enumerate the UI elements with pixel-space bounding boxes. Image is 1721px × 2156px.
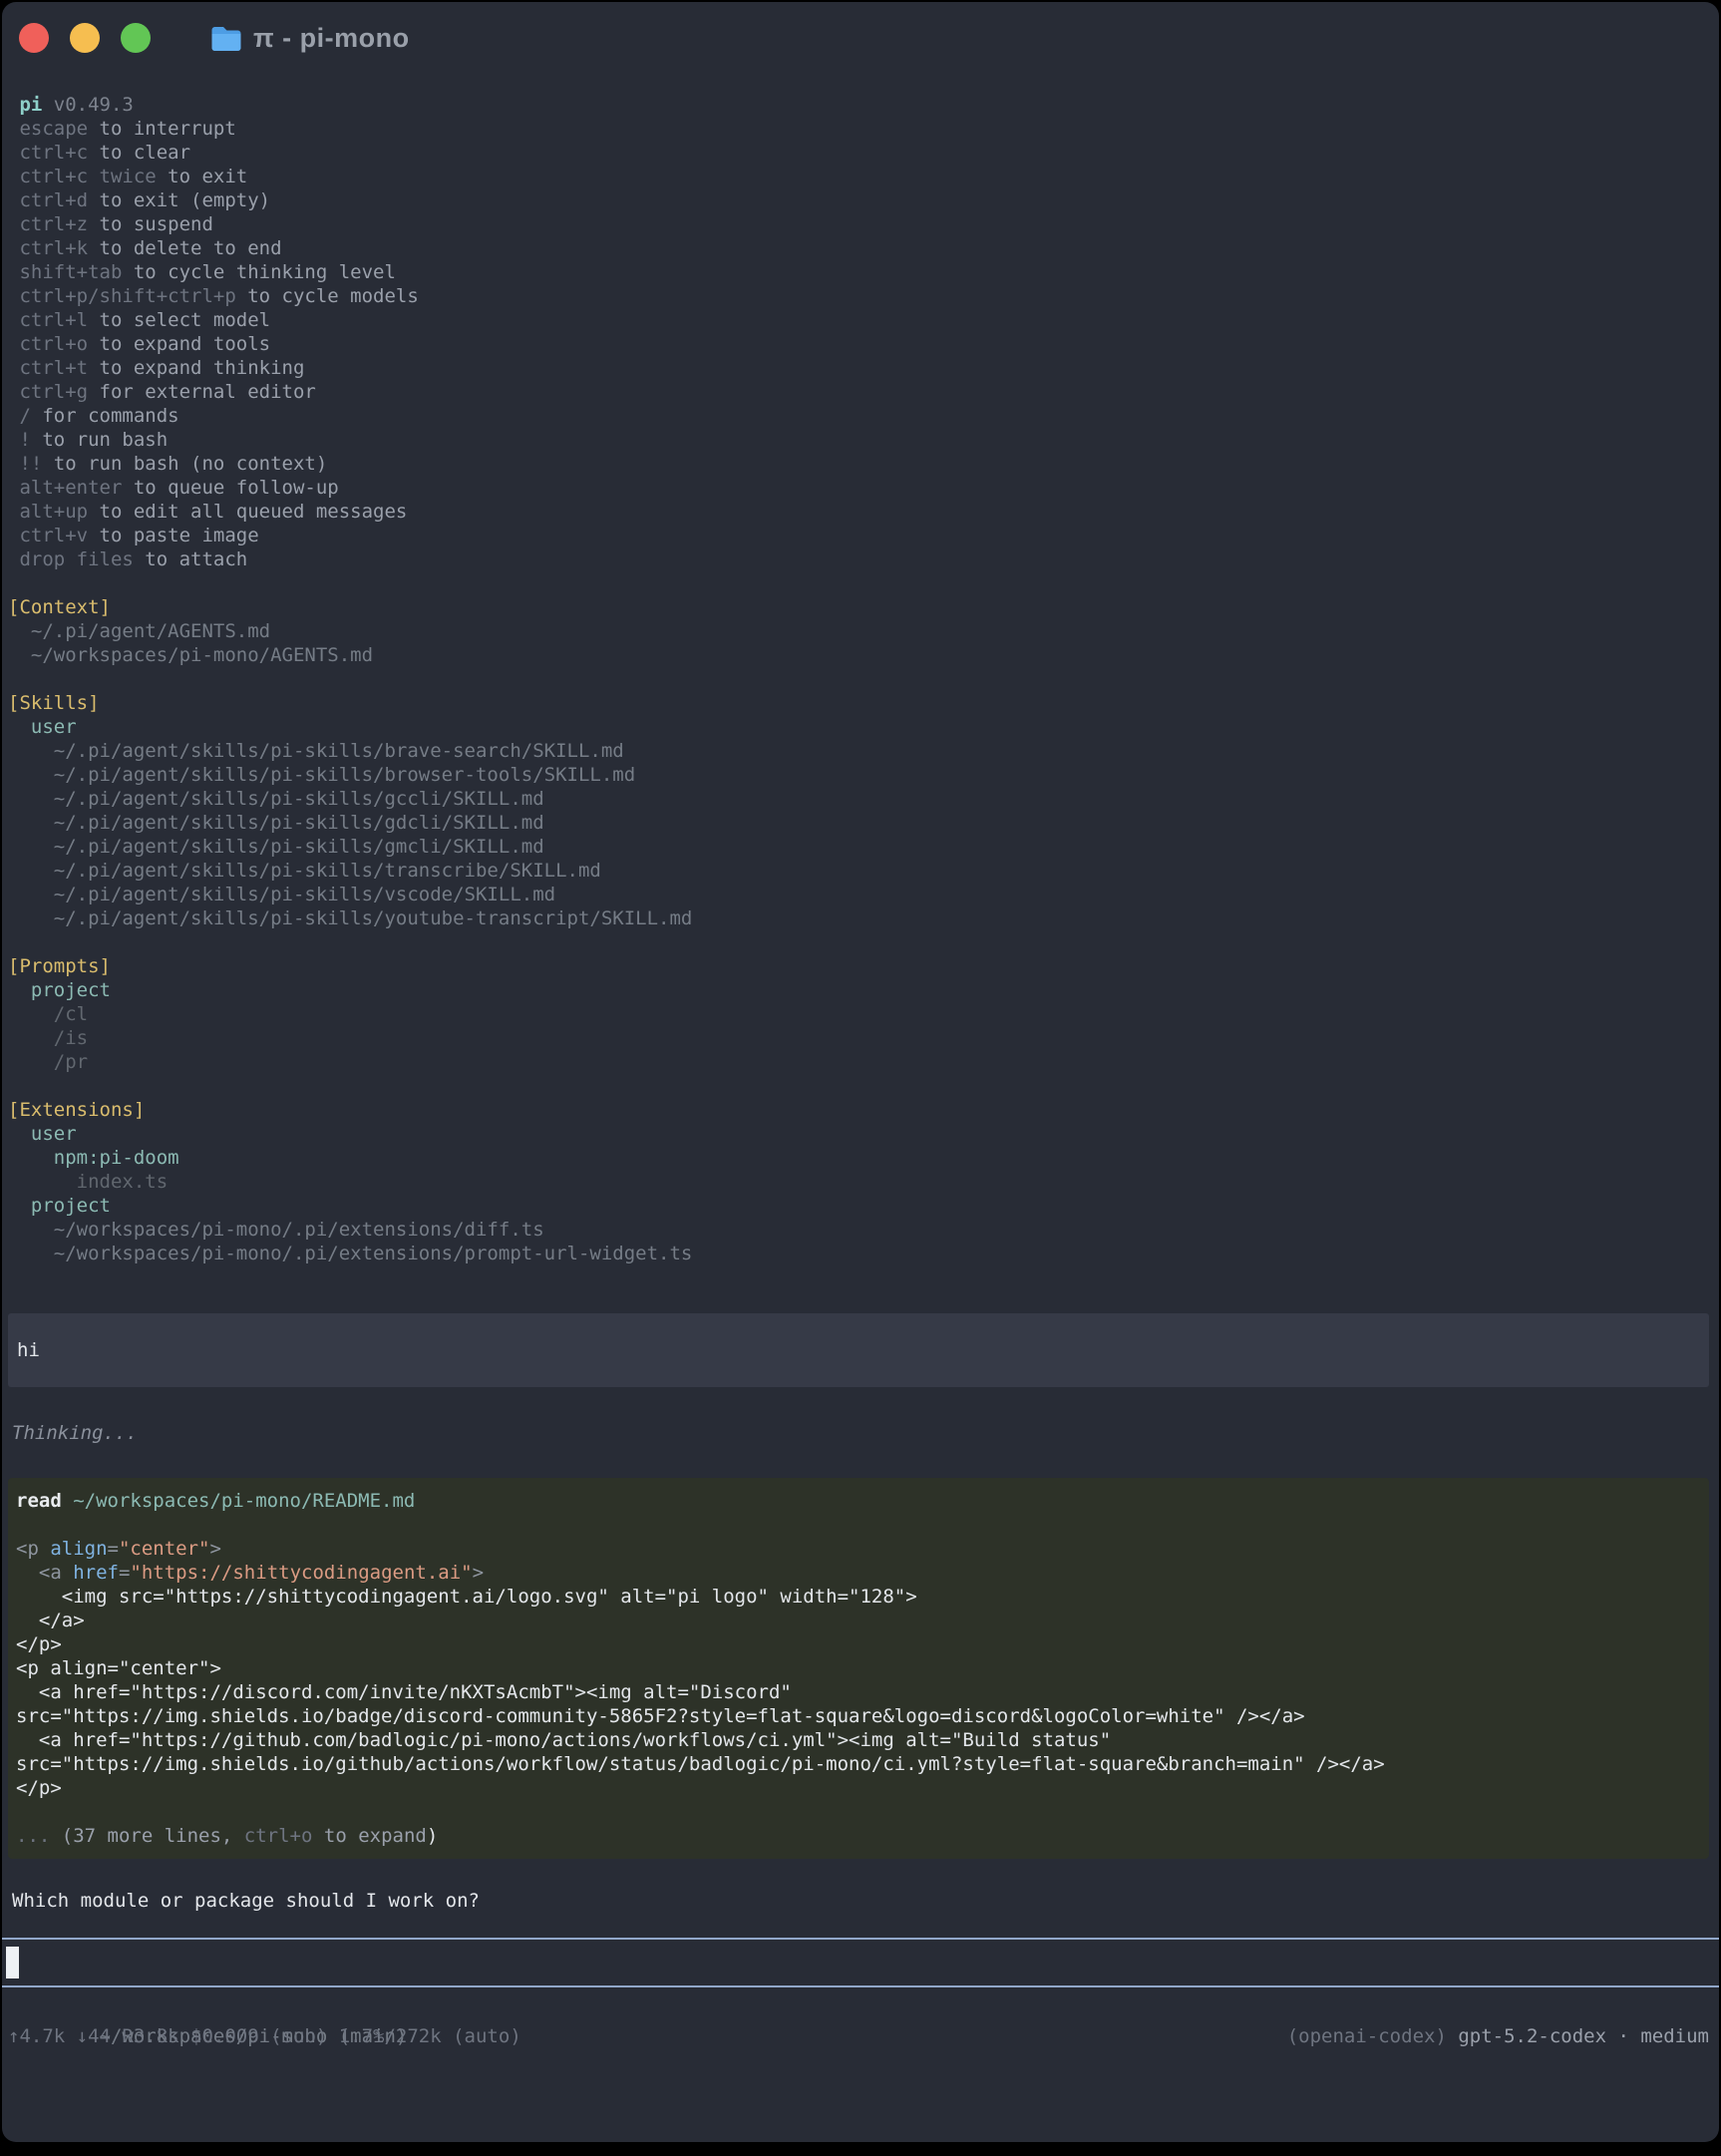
terminal-line: ~/.pi/agent/skills/pi-skills/gdcli/SKILL… (8, 811, 1719, 835)
terminal-line: user (8, 1122, 1719, 1146)
startup-help-output: pi v0.49.3 escape to interrupt ctrl+c to… (8, 93, 1719, 1265)
model-label: gpt-5.2-codex · medium (1458, 2025, 1709, 2047)
terminal-line: ~/.pi/agent/skills/pi-skills/browser-too… (8, 763, 1719, 787)
terminal-line: <p align="center"> (16, 1656, 1701, 1680)
terminal-line: </p> (16, 1632, 1701, 1656)
status-bar: ~/workspaces/pi-mono (main) ↑4.7k ↓44 R3… (8, 2000, 1709, 2048)
assistant-message-text: Which module or package should I work on… (12, 1889, 1719, 1913)
terminal-line: ~/.pi/agent/skills/pi-skills/gmcli/SKILL… (8, 835, 1719, 859)
terminal-line: drop files to attach (8, 547, 1719, 571)
terminal-line: ~/.pi/agent/skills/pi-skills/brave-searc… (8, 739, 1719, 763)
terminal-content: pi v0.49.3 escape to interrupt ctrl+c to… (2, 93, 1719, 2048)
terminal-line: ~/.pi/agent/skills/pi-skills/vscode/SKIL… (8, 883, 1719, 906)
terminal-line: </p> (16, 1776, 1701, 1800)
terminal-line: ~/workspaces/pi-mono/AGENTS.md (8, 643, 1719, 667)
terminal-line: user (8, 715, 1719, 739)
terminal-line: <img src="https://shittycodingagent.ai/l… (16, 1585, 1701, 1609)
terminal-line: shift+tab to cycle thinking level (8, 260, 1719, 284)
terminal-line: /pr (8, 1050, 1719, 1074)
terminal-line: npm:pi-doom (8, 1146, 1719, 1170)
terminal-line: ctrl+t to expand thinking (8, 356, 1719, 380)
terminal-line: [Prompts] (8, 954, 1719, 978)
terminal-line: ! to run bash (8, 428, 1719, 452)
terminal-line: pi v0.49.3 (8, 93, 1719, 117)
terminal-line: src="https://img.shields.io/github/actio… (16, 1752, 1701, 1776)
terminal-line: !! to run bash (no context) (8, 452, 1719, 476)
terminal-line: ctrl+c twice to exit (8, 165, 1719, 188)
terminal-line: ~/.pi/agent/skills/pi-skills/transcribe/… (8, 859, 1719, 883)
terminal-line: ~/.pi/agent/skills/pi-skills/gccli/SKILL… (8, 787, 1719, 811)
terminal-line: ctrl+g for external editor (8, 380, 1719, 404)
terminal-line: project (8, 1194, 1719, 1218)
title-bar: π - pi-mono (2, 2, 1719, 74)
title-group: π - pi-mono (210, 23, 410, 54)
terminal-line (16, 1513, 1701, 1537)
close-button[interactable] (19, 23, 49, 53)
token-stats-label: ↑4.7k ↓44 R3.8k $0.009 (sub) 1.7%/272k (… (8, 2024, 521, 2048)
terminal-line: ctrl+p/shift+ctrl+p to cycle models (8, 284, 1719, 308)
terminal-line: ctrl+c to clear (8, 141, 1719, 165)
window-title: π - pi-mono (253, 23, 410, 54)
terminal-line: <a href="https://discord.com/invite/nKXT… (16, 1680, 1701, 1704)
terminal-line: / for commands (8, 404, 1719, 428)
terminal-line: <a href="https://github.com/badlogic/pi-… (16, 1728, 1701, 1752)
terminal-line: ~/.pi/agent/AGENTS.md (8, 619, 1719, 643)
terminal-line: project (8, 978, 1719, 1002)
terminal-line: alt+up to edit all queued messages (8, 500, 1719, 524)
terminal-line: src="https://img.shields.io/badge/discor… (16, 1704, 1701, 1728)
terminal-line: [Skills] (8, 691, 1719, 715)
terminal-line (8, 667, 1719, 691)
terminal-line (8, 1074, 1719, 1098)
terminal-line: ctrl+l to select model (8, 308, 1719, 332)
terminal-line: ctrl+d to exit (empty) (8, 188, 1719, 212)
terminal-line: [Context] (8, 595, 1719, 619)
terminal-line: index.ts (8, 1170, 1719, 1194)
terminal-line: /is (8, 1026, 1719, 1050)
terminal-line: ... (37 more lines, ctrl+o to expand) (16, 1824, 1701, 1848)
terminal-line: ctrl+o to expand tools (8, 332, 1719, 356)
terminal-line: ctrl+v to paste image (8, 524, 1719, 547)
minimize-button[interactable] (70, 23, 100, 53)
terminal-line: alt+enter to queue follow-up (8, 476, 1719, 500)
terminal-line: ctrl+k to delete to end (8, 236, 1719, 260)
terminal-line: ~/workspaces/pi-mono/.pi/extensions/prom… (8, 1242, 1719, 1265)
folder-icon (210, 25, 241, 52)
maximize-button[interactable] (121, 23, 151, 53)
provider-label: (openai-codex) (1287, 2025, 1459, 2047)
terminal-line (8, 930, 1719, 954)
terminal-line: ~/.pi/agent/skills/pi-skills/youtube-tra… (8, 906, 1719, 930)
terminal-line: read ~/workspaces/pi-mono/README.md (16, 1489, 1701, 1513)
terminal-line (8, 571, 1719, 595)
terminal-line (16, 1800, 1701, 1824)
traffic-lights (19, 23, 151, 53)
terminal-line: [Extensions] (8, 1098, 1719, 1122)
terminal-line: ~/workspaces/pi-mono/.pi/extensions/diff… (8, 1218, 1719, 1242)
user-message-block: hi (8, 1313, 1709, 1387)
thinking-indicator: Thinking... (12, 1421, 1719, 1445)
terminal-line: <a href="https://shittycodingagent.ai"> (16, 1561, 1701, 1585)
terminal-line: /cl (8, 1002, 1719, 1026)
text-cursor (6, 1947, 19, 1978)
terminal-window: π - pi-mono pi v0.49.3 escape to interru… (2, 2, 1719, 2142)
model-info: (openai-codex) gpt-5.2-codex · medium (1287, 2024, 1709, 2048)
user-message-text: hi (17, 1339, 40, 1361)
tool-call-read-block: read ~/workspaces/pi-mono/README.md <p a… (8, 1478, 1709, 1859)
prompt-input[interactable] (2, 1938, 1719, 1987)
terminal-line: </a> (16, 1609, 1701, 1632)
terminal-line: ctrl+z to suspend (8, 212, 1719, 236)
terminal-line: <p align="center"> (16, 1537, 1701, 1561)
terminal-line: escape to interrupt (8, 117, 1719, 141)
